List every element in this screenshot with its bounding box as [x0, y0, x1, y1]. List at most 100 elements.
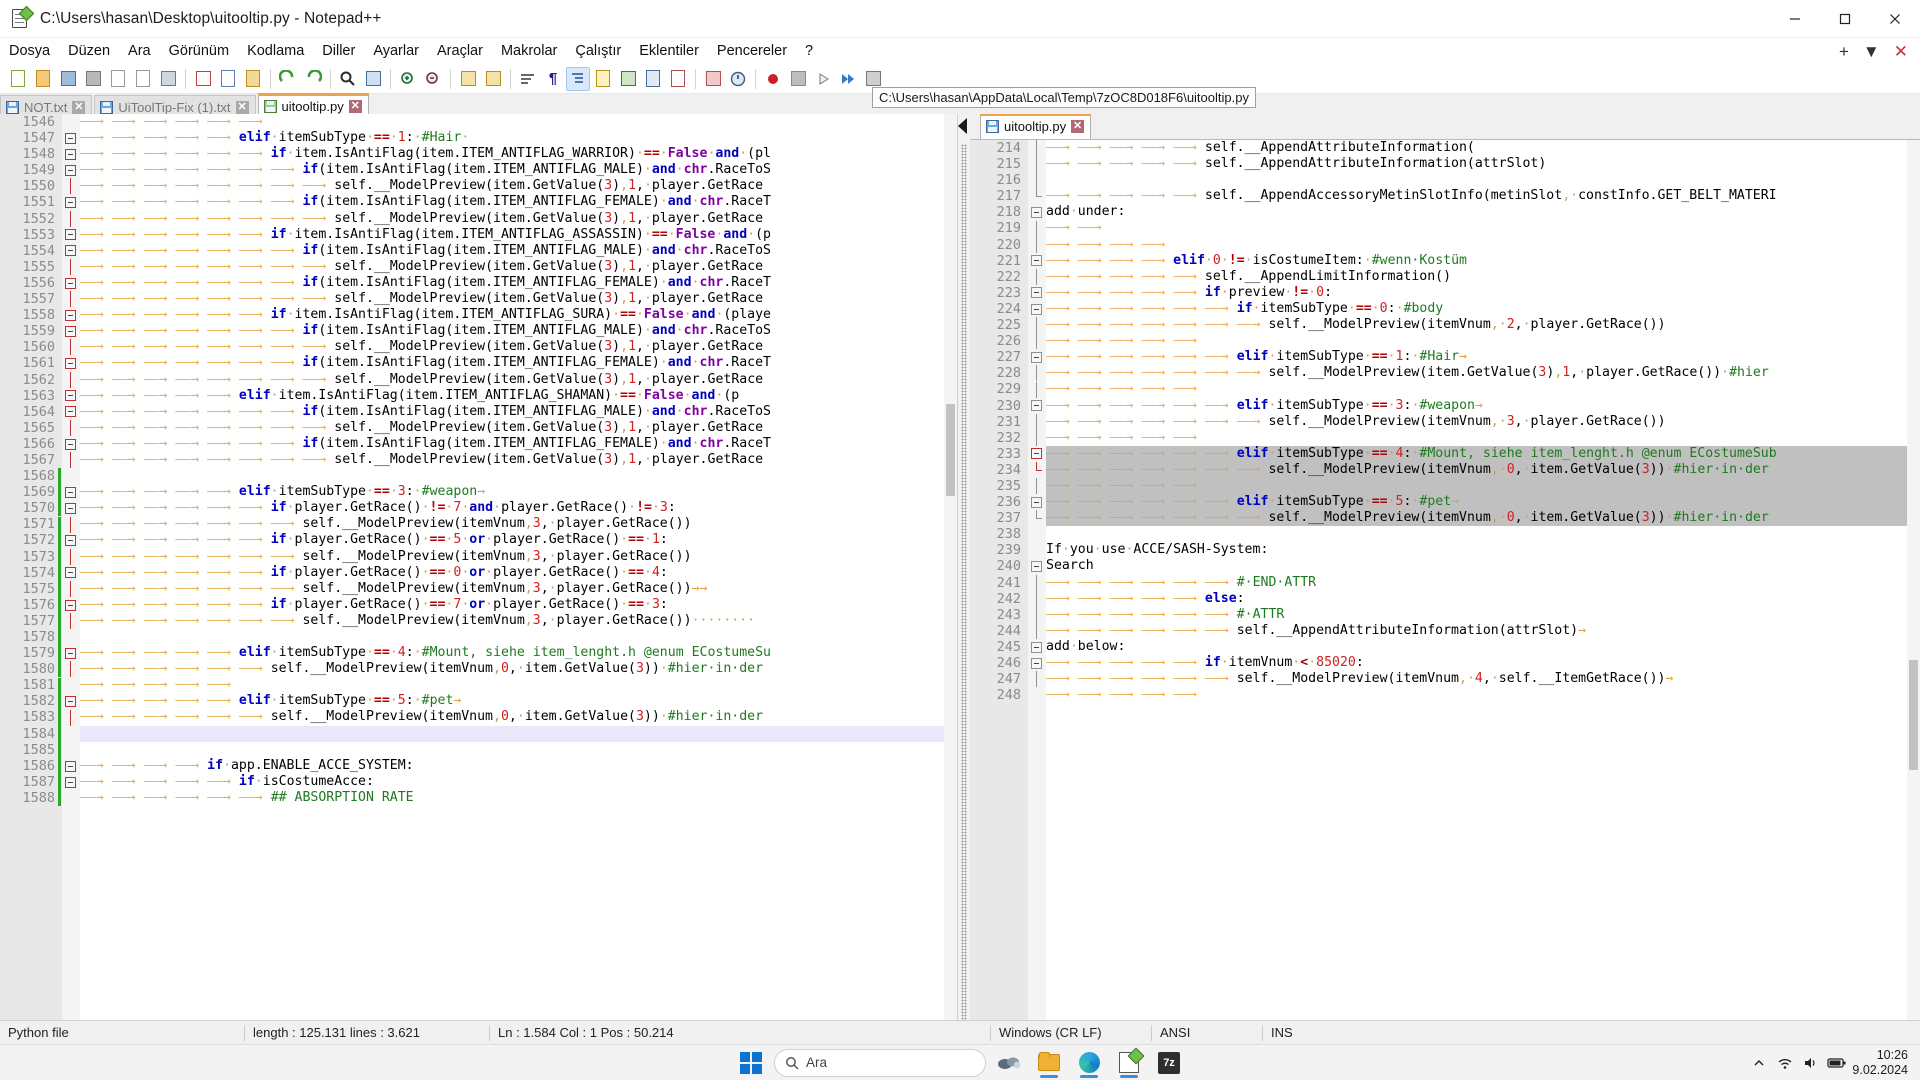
code-line[interactable]: Search — [1046, 558, 1920, 574]
indent-guide-icon[interactable] — [566, 67, 590, 91]
dropdown-tabs-button[interactable]: ▼ — [1857, 43, 1886, 60]
collapse-pane-arrow-icon[interactable] — [958, 118, 967, 134]
sync-scroll-v-icon[interactable] — [456, 67, 480, 91]
right-code-area[interactable]: 2142152162172182192202212222232242252262… — [970, 140, 1920, 1044]
right-pane-tab-close-icon[interactable]: ✕ — [1071, 120, 1084, 133]
code-line[interactable]: ——→ ——→ ——→ ——→ ——→ ——→ if·player.GetRac… — [80, 597, 957, 613]
word-wrap-icon[interactable] — [516, 67, 540, 91]
open-file-icon[interactable] — [31, 67, 55, 91]
code-line[interactable]: ——→ ——→ ——→ ——→ ——→ ——→ — [80, 114, 957, 130]
code-line[interactable]: ——→ ——→ ——→ ——→ ——→ ——→ #·END·ATTR — [1046, 575, 1920, 591]
code-line[interactable]: ——→ ——→ ——→ ——→ ——→ ——→ ——→ self.__Model… — [1046, 414, 1920, 430]
fold-toggle-icon[interactable] — [65, 567, 76, 578]
fold-toggle-icon[interactable] — [65, 696, 76, 707]
menu-item-al-t-r[interactable]: Çalıştır — [566, 41, 630, 61]
show-all-chars-icon[interactable]: ¶ — [541, 67, 565, 91]
code-line[interactable]: ——→ ——→ ——→ ——→ ——→ ——→ ——→ if(item.IsAn… — [80, 404, 957, 420]
code-line[interactable] — [1046, 172, 1920, 188]
code-line[interactable]: ——→ ——→ ——→ ——→ ——→ elif·itemSubType·==·… — [80, 130, 957, 146]
fold-toggle-icon[interactable] — [65, 197, 76, 208]
code-line[interactable]: ——→ ——→ ——→ ——→ ——→ — [1046, 381, 1920, 397]
battery-icon[interactable] — [1826, 1052, 1848, 1074]
code-line[interactable]: ——→ ——→ ——→ ——→ ——→ ——→ if·itemSubType·=… — [1046, 301, 1920, 317]
code-line[interactable]: ——→ ——→ ——→ ——→ ——→ ——→ ——→ ——→ self.__M… — [80, 420, 957, 436]
copy-icon[interactable] — [216, 67, 240, 91]
doc-map-icon[interactable] — [616, 67, 640, 91]
notepadpp-icon[interactable] — [1112, 1047, 1146, 1079]
code-line[interactable]: ——→ ——→ ——→ ——→ ——→ ——→ ——→ if(item.IsAn… — [80, 323, 957, 339]
fold-toggle-icon[interactable] — [1031, 497, 1042, 508]
paste-icon[interactable] — [241, 67, 265, 91]
sync-scroll-h-icon[interactable] — [481, 67, 505, 91]
volume-icon[interactable] — [1800, 1052, 1822, 1074]
left-editor-pane[interactable]: 1546154715481549155015511552155315541555… — [0, 114, 958, 1044]
task-view-icon[interactable] — [992, 1047, 1026, 1079]
code-line[interactable] — [80, 726, 957, 742]
code-line[interactable]: ——→ ——→ ——→ ——→ ——→ ——→ self.__ModelPrev… — [80, 661, 957, 677]
code-line[interactable]: ——→ ——→ ——→ ——→ ——→ — [80, 677, 957, 693]
code-line[interactable]: ——→ ——→ ——→ ——→ ——→ ——→ ——→ ——→ self.__M… — [80, 259, 957, 275]
fold-toggle-icon[interactable] — [65, 278, 76, 289]
code-line[interactable]: If·you·use·ACCE/SASH-System: — [1046, 542, 1920, 558]
code-line[interactable]: ——→ ——→ ——→ ——→ ——→ ——→ self.__AppendAtt… — [1046, 623, 1920, 639]
code-line[interactable]: ——→ ——→ ——→ ——→ ——→ ——→ ## ABSORPTION RA… — [80, 790, 957, 806]
fold-toggle-icon[interactable] — [1031, 658, 1042, 669]
close-all-icon[interactable] — [131, 67, 155, 91]
code-line[interactable]: ——→ ——→ ——→ ——→ ——→ — [1046, 430, 1920, 446]
cut-icon[interactable] — [191, 67, 215, 91]
code-line[interactable]: ——→ ——→ ——→ ——→ ——→ ——→ ——→ if(item.IsAn… — [80, 162, 957, 178]
code-line[interactable]: ——→ ——→ — [1046, 220, 1920, 236]
code-line[interactable]: ——→ ——→ ——→ ——→ ——→ self.__AppendAccesso… — [1046, 188, 1920, 204]
code-line[interactable]: ——→ ——→ ——→ ——→ ——→ elif·itemSubType·==·… — [80, 693, 957, 709]
fold-toggle-icon[interactable] — [65, 535, 76, 546]
new-file-icon[interactable] — [6, 67, 30, 91]
fold-toggle-icon[interactable] — [65, 133, 76, 144]
code-line[interactable]: ——→ ——→ ——→ ——→ ——→ elif·itemSubType·==·… — [80, 645, 957, 661]
code-line[interactable]: ——→ ——→ ——→ ——→ ——→ ——→ ——→ ——→ self.__M… — [80, 339, 957, 355]
menu-item-ara-lar[interactable]: Araçlar — [428, 41, 492, 61]
code-line[interactable]: add·below: — [1046, 639, 1920, 655]
code-line[interactable]: ——→ ——→ ——→ ——→ ——→ ——→ ——→ self.__Model… — [1046, 317, 1920, 333]
menu-item-makrolar[interactable]: Makrolar — [492, 41, 566, 61]
code-line[interactable]: ——→ ——→ ——→ ——→ ——→ ——→ ——→ ——→ self.__M… — [80, 291, 957, 307]
folder-workspace-icon[interactable] — [666, 67, 690, 91]
fold-toggle-icon[interactable] — [1031, 561, 1042, 572]
menu-item-d-zen[interactable]: Düzen — [59, 41, 119, 61]
replace-icon[interactable] — [361, 67, 385, 91]
fold-toggle-icon[interactable] — [1031, 352, 1042, 363]
menu-item-[interactable]: ? — [796, 41, 822, 61]
fold-toggle-icon[interactable] — [1031, 642, 1042, 653]
fold-toggle-icon[interactable] — [1031, 207, 1042, 218]
save-all-icon[interactable] — [81, 67, 105, 91]
code-line[interactable]: ——→ ——→ ——→ ——→ ——→ self.__AppendAttribu… — [1046, 156, 1920, 172]
fold-toggle-icon[interactable] — [65, 600, 76, 611]
code-line[interactable]: ——→ ——→ ——→ ——→ ——→ ——→ ——→ self.__Model… — [1046, 365, 1920, 381]
code-line[interactable]: ——→ ——→ ——→ ——→ ——→ ——→ ——→ if(item.IsAn… — [80, 243, 957, 259]
fold-toggle-icon[interactable] — [65, 487, 76, 498]
code-line[interactable]: ——→ ——→ ——→ ——→ ——→ ——→ ——→ if(item.IsAn… — [80, 194, 957, 210]
fold-toggle-icon[interactable] — [65, 165, 76, 176]
code-line[interactable]: ——→ ——→ ——→ ——→ ——→ ——→ if·item.IsAntiFl… — [80, 146, 957, 162]
code-line[interactable]: ——→ ——→ ——→ ——→ ——→ ——→ elif·itemSubType… — [1046, 398, 1920, 414]
fold-toggle-icon[interactable] — [65, 245, 76, 256]
taskbar-search-input[interactable]: Ara — [774, 1049, 986, 1077]
minimize-button[interactable] — [1770, 0, 1820, 38]
fold-toggle-icon[interactable] — [65, 406, 76, 417]
fold-toggle-icon[interactable] — [65, 326, 76, 337]
code-line[interactable]: ——→ ——→ ——→ ——→ ——→ ——→ if·player.GetRac… — [80, 565, 957, 581]
code-line[interactable]: ——→ ——→ ——→ ——→ ——→ ——→ #·ATTR — [1046, 607, 1920, 623]
macro-record-icon[interactable] — [761, 67, 785, 91]
code-line[interactable]: ——→ ——→ ——→ ——→ ——→ ——→ self.__ModelPrev… — [80, 709, 957, 725]
code-line[interactable]: ——→ ——→ ——→ ——→ ——→ — [1046, 333, 1920, 349]
sevenzip-icon[interactable]: 7z — [1152, 1047, 1186, 1079]
code-line[interactable]: ——→ ——→ ——→ ——→ ——→ else: — [1046, 591, 1920, 607]
monitoring-icon[interactable] — [701, 67, 725, 91]
fold-toggle-icon[interactable] — [65, 648, 76, 659]
fold-toggle-icon[interactable] — [1031, 255, 1042, 266]
zoom-in-icon[interactable] — [396, 67, 420, 91]
print-icon[interactable] — [156, 67, 180, 91]
document-tab-close-icon[interactable]: ✕ — [72, 101, 85, 114]
undo-icon[interactable] — [276, 67, 300, 91]
menu-item-ayarlar[interactable]: Ayarlar — [364, 41, 428, 61]
close-button[interactable] — [1870, 0, 1920, 38]
